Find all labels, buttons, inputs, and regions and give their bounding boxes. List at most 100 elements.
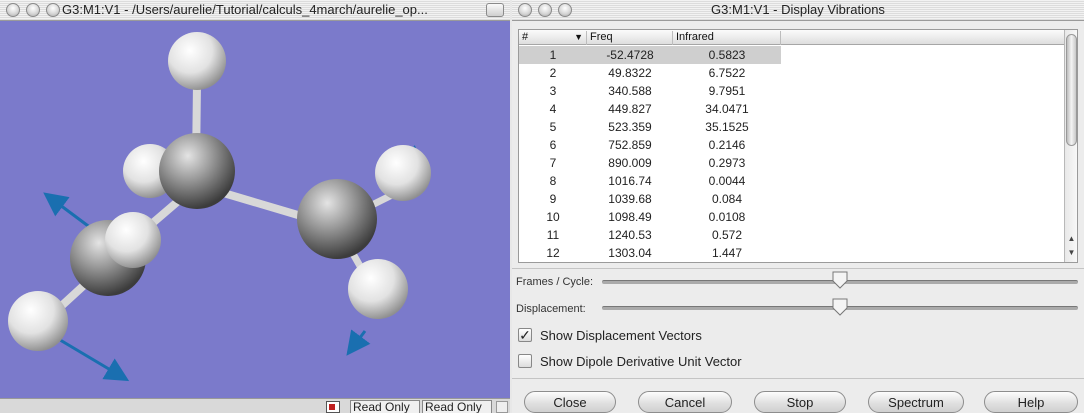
table-row[interactable]: 8 1016.74 0.0044 [519,172,1063,190]
table-body: 1 -52.4728 0.5823 2 49.8322 6.7522 3 340.588 9.7… [519,46,1063,262]
cell-infrared: 0.2146 [708,138,746,152]
cell-freq: 1016.74 [608,174,652,188]
window-controls [6,3,60,17]
hydrogen-atom[interactable] [375,145,431,201]
column-header-infrared[interactable]: Infrared [673,31,781,45]
carbon-atom[interactable] [297,179,377,259]
atoms [8,32,431,351]
close-window-button[interactable] [6,3,20,17]
cell-infrared: 35.1525 [705,120,749,134]
carbon-atom[interactable] [159,133,235,209]
table-row[interactable]: 9 1039.68 0.084 [519,190,1063,208]
cell-freq: 752.859 [608,138,652,152]
cell-infrared: 0.0044 [708,174,746,188]
displacement-slider-knob[interactable] [832,298,848,316]
table-row[interactable]: 6 752.859 0.2146 [519,136,1063,154]
cell-num: 12 [546,246,560,260]
viewer-title: G3:M1:V1 - /Users/aurelie/Tutorial/calcu… [62,2,428,17]
displacement-label: Displacement: [516,303,586,315]
cell-freq: 49.8322 [608,66,652,80]
cell-num: 1 [549,48,557,62]
table-header: # ▼ Freq Infrared [519,30,1077,45]
checkbox-label: Show Displacement Vectors [540,327,702,343]
cell-num: 10 [546,210,560,224]
cell-num: 6 [549,138,557,152]
resize-grip-icon[interactable] [496,401,508,413]
column-header-freq[interactable]: Freq [587,31,673,45]
table-row[interactable]: 4 449.827 34.0471 [519,100,1063,118]
cell-num: 5 [549,120,557,134]
checkbox-icon[interactable]: ✓ [518,328,532,342]
read-only-indicator: Read Only [422,400,492,413]
vibrations-titlebar[interactable]: G3:M1:V1 - Display Vibrations [512,0,1084,21]
table-row[interactable]: 3 340.588 9.7951 [519,82,1063,100]
checkbox-icon[interactable] [518,354,532,368]
scroll-up-icon[interactable]: ▲ [1066,234,1077,243]
table-scrollbar[interactable]: ▲ ▼ [1064,30,1077,262]
table-row[interactable]: 7 890.009 0.2973 [519,154,1063,172]
table-row[interactable]: 1 -52.4728 0.5823 [519,46,1063,64]
zoom-window-button[interactable] [46,3,60,17]
hydrogen-atom[interactable] [105,212,161,268]
cell-freq: 1039.68 [608,192,652,206]
cell-freq: 1303.04 [608,246,652,260]
cell-num: 9 [549,192,557,206]
cell-infrared: 0.0108 [708,210,746,224]
spectrum-button[interactable]: Spectrum [868,391,964,413]
molecule-canvas[interactable] [0,21,510,398]
hydrogen-atom[interactable] [8,291,68,351]
checkbox-label: Show Dipole Derivative Unit Vector [540,353,742,369]
scroll-down-icon[interactable]: ▼ [1066,248,1077,257]
show-displacement-vectors-checkbox[interactable]: ✓ Show Displacement Vectors [518,325,702,345]
cell-infrared: 0.572 [711,228,743,242]
divider [512,378,1084,379]
molecule-3d-view[interactable] [0,21,510,398]
cell-infrared: 0.2973 [708,156,746,170]
vibrations-table[interactable]: # ▼ Freq Infrared 1 -52.4728 0.5823 2 49.832… [518,29,1078,263]
cancel-button[interactable]: Cancel [638,391,732,413]
show-dipole-checkbox[interactable]: Show Dipole Derivative Unit Vector [518,351,742,371]
vibrations-title: G3:M1:V1 - Display Vibrations [711,2,885,17]
cell-num: 2 [549,66,557,80]
read-only-indicator: Read Only [350,400,420,413]
table-row[interactable]: 5 523.359 35.1525 [519,118,1063,136]
toolbar-toggle-button[interactable] [486,3,504,17]
cell-num: 11 [546,228,560,242]
viewer-titlebar[interactable]: G3:M1:V1 - /Users/aurelie/Tutorial/calcu… [0,0,510,21]
table-row[interactable]: 12 1303.04 1.447 [519,244,1063,262]
divider [512,268,1084,269]
cell-num: 7 [549,156,557,170]
hydrogen-atom[interactable] [348,259,408,319]
table-row[interactable]: 11 1240.53 0.572 [519,226,1063,244]
close-button[interactable]: Close [524,391,616,413]
minimize-window-button[interactable] [26,3,40,17]
cell-freq: 890.009 [608,156,652,170]
frames-label: Frames / Cycle: [516,276,594,288]
viewer-window: G3:M1:V1 - /Users/aurelie/Tutorial/calcu… [0,0,510,413]
column-header-num[interactable]: # ▼ [519,31,587,45]
cell-num: 3 [549,84,557,98]
cell-freq: 340.588 [608,84,652,98]
cell-num: 4 [549,102,557,116]
stop-button[interactable]: Stop [754,391,846,413]
cell-infrared: 0.084 [711,192,743,206]
cell-infrared: 34.0471 [705,102,749,116]
cell-infrared: 6.7522 [708,66,746,80]
cell-freq: 1098.49 [608,210,652,224]
table-row[interactable]: 2 49.8322 6.7522 [519,64,1063,82]
cell-freq: 1240.53 [608,228,652,242]
scrollbar-thumb[interactable] [1066,34,1077,146]
cell-num: 8 [549,174,557,188]
cell-freq: 449.827 [608,102,652,116]
hydrogen-atom[interactable] [168,32,226,90]
sort-arrow-icon: ▼ [574,32,583,42]
viewer-status-bar: Read Only Read Only [0,398,510,413]
cell-freq: 523.359 [608,120,652,134]
frames-slider-knob[interactable] [832,271,848,289]
cell-freq: -52.4728 [606,48,654,62]
table-row[interactable]: 10 1098.49 0.0108 [519,208,1063,226]
document-icon [326,401,340,413]
cell-infrared: 9.7951 [708,84,746,98]
help-button[interactable]: Help [984,391,1078,413]
cell-infrared: 0.5823 [708,48,746,62]
